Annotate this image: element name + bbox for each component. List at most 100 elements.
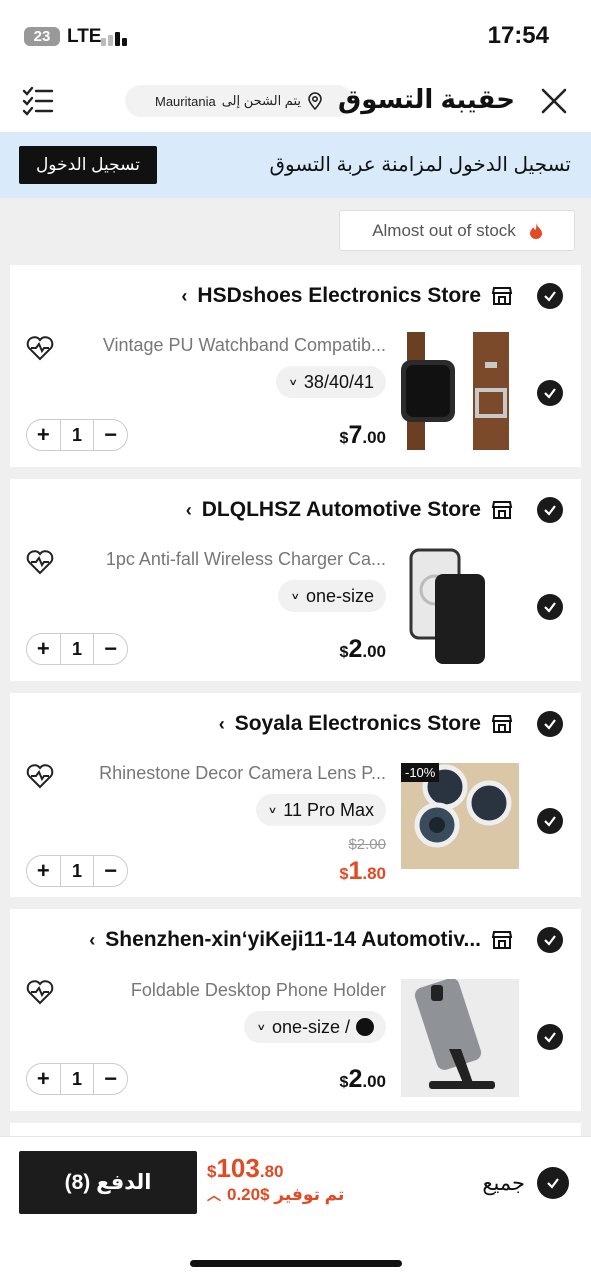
store-icon [491, 501, 513, 519]
item-title[interactable]: Foldable Desktop Phone Holder [66, 980, 386, 1001]
savings-label: تم توفير $0.20 [227, 1185, 345, 1204]
store-card: ‹ DLQLHSZ Automotive Store 1pc Anti-fall… [10, 479, 581, 681]
login-button[interactable]: تسجيل الدخول [19, 146, 157, 184]
item-price: $1.80 [339, 857, 386, 885]
quantity-value: 1 [59, 1063, 95, 1095]
login-banner-text: تسجيل الدخول لمزامنة عربة التسوق [269, 154, 571, 176]
chevron-down-icon: ∨ [288, 376, 298, 387]
store-name: HSDshoes Electronics Store [197, 284, 481, 307]
variant-label: one-size [305, 585, 374, 606]
item-title[interactable]: Vintage PU Watchband Compatib... [66, 335, 386, 356]
chevron-down-icon: ∨ [290, 590, 300, 601]
increase-button[interactable]: + [27, 636, 60, 662]
item-select-checkbox[interactable] [537, 808, 563, 834]
item-select-checkbox[interactable] [537, 1024, 563, 1050]
increase-button[interactable]: + [27, 858, 60, 884]
header: Mauritania يتم الشحن إلى حقيبة التسوق [0, 70, 591, 132]
savings-toggle[interactable]: ︿ تم توفير $0.20 [207, 1185, 344, 1205]
increase-button[interactable]: + [27, 422, 60, 448]
store-name: Soyala Electronics Store [234, 712, 481, 735]
color-swatch-black [356, 1018, 374, 1036]
wishlist-heart-icon[interactable] [26, 335, 54, 361]
decrease-button[interactable]: − [94, 422, 127, 448]
almost-out-of-stock-filter[interactable]: Almost out of stock [339, 210, 575, 251]
login-banner: تسجيل الدخول تسجيل الدخول لمزامنة عربة ا… [0, 132, 591, 198]
chevron-left-icon: ‹ [181, 285, 188, 306]
store-header[interactable]: ‹ DLQLHSZ Automotive Store [186, 495, 563, 525]
status-bar: 23 LTE 17:54 [0, 0, 591, 70]
checklist-menu-icon[interactable] [22, 86, 54, 116]
decrease-button[interactable]: − [94, 858, 127, 884]
chevron-down-icon: ∨ [256, 1021, 266, 1032]
increase-button[interactable]: + [27, 1066, 60, 1092]
shipping-destination-pill[interactable]: Mauritania يتم الشحن إلى [125, 85, 353, 117]
quantity-value: 1 [59, 855, 95, 887]
chevron-left-icon: ‹ [218, 713, 225, 734]
quantity-value: 1 [59, 633, 95, 665]
chevron-down-icon: ∨ [267, 804, 278, 815]
quantity-stepper[interactable]: + 1 − [26, 419, 128, 451]
variant-selector[interactable]: ∨ one-size / [244, 1011, 386, 1043]
item-title[interactable]: 1pc Anti-fall Wireless Charger Ca... [66, 549, 386, 570]
discount-badge: -10% [401, 763, 440, 782]
item-title[interactable]: Rhinestone Decor Camera Lens P... [66, 763, 386, 784]
chevron-up-icon: ︿ [207, 1187, 221, 1203]
battery-icon: 23 [24, 27, 60, 46]
store-icon [491, 931, 513, 949]
wishlist-heart-icon[interactable] [26, 979, 54, 1005]
flame-icon [529, 222, 542, 239]
checkout-button[interactable]: الدفع (8) [19, 1151, 197, 1214]
home-indicator [190, 1260, 402, 1267]
chevron-left-icon: ‹ [185, 499, 192, 520]
variant-label: 38/40/41 [303, 371, 374, 392]
chevron-left-icon: ‹ [89, 929, 96, 950]
store-select-checkbox[interactable] [537, 711, 563, 737]
store-card: ‹ Shenzhen-xin‘yiKeji11-14 Automotiv... … [10, 909, 581, 1111]
clock: 17:54 [487, 22, 549, 49]
ship-prefix: يتم الشحن إلى [221, 93, 301, 108]
quantity-stepper[interactable]: + 1 − [26, 1063, 128, 1095]
store-select-checkbox[interactable] [537, 927, 563, 953]
quantity-stepper[interactable]: + 1 − [26, 633, 128, 665]
select-all-checkbox[interactable] [537, 1167, 569, 1199]
store-select-checkbox[interactable] [537, 283, 563, 309]
wishlist-heart-icon[interactable] [26, 549, 54, 575]
original-price: $2.00 [348, 836, 386, 853]
ship-country: Mauritania [155, 93, 216, 109]
item-price: $2.00 [339, 635, 386, 663]
store-card: ‹ Soyala Electronics Store Rhinestone De… [10, 693, 581, 897]
page-title: حقيبة التسوق [338, 84, 515, 114]
store-icon [491, 715, 513, 733]
location-pin-icon [308, 92, 322, 110]
variant-selector[interactable]: ∨ 11 Pro Max [255, 794, 386, 826]
item-select-checkbox[interactable] [537, 594, 563, 620]
quantity-stepper[interactable]: + 1 − [26, 855, 128, 887]
store-card-partial [10, 1123, 581, 1137]
decrease-button[interactable]: − [94, 1066, 127, 1092]
variant-label: 11 Pro Max [283, 799, 374, 820]
quantity-value: 1 [59, 419, 95, 451]
decrease-button[interactable]: − [94, 636, 127, 662]
signal-icon [101, 28, 131, 46]
close-icon[interactable] [541, 88, 567, 114]
variant-selector[interactable]: ∨ 38/40/41 [276, 366, 386, 398]
product-image-watchband[interactable] [401, 332, 519, 450]
product-image-phone-holder[interactable] [401, 979, 519, 1097]
stock-notice-label: Almost out of stock [372, 220, 516, 240]
item-select-checkbox[interactable] [537, 380, 563, 406]
checkout-bar: الدفع (8) $103.80 ︿ تم توفير $0.20 جميع [0, 1136, 591, 1280]
store-name: DLQLHSZ Automotive Store [201, 498, 481, 521]
store-header[interactable]: ‹ Soyala Electronics Store [219, 709, 563, 739]
store-header[interactable]: ‹ Shenzhen-xin‘yiKeji11-14 Automotiv... [89, 925, 563, 955]
product-image-camera-lens[interactable]: -10% [401, 763, 519, 881]
wishlist-heart-icon[interactable] [26, 763, 54, 789]
product-image-wireless-charger[interactable] [401, 546, 519, 664]
store-icon [491, 287, 513, 305]
store-card: ‹ HSDshoes Electronics Store Vintage PU … [10, 265, 581, 467]
store-select-checkbox[interactable] [537, 497, 563, 523]
variant-selector[interactable]: ∨ one-size [278, 580, 386, 612]
item-price: $7.00 [339, 421, 386, 449]
select-all-label: جميع [482, 1172, 525, 1195]
total-price: $103.80 [207, 1153, 284, 1183]
store-header[interactable]: ‹ HSDshoes Electronics Store [181, 281, 563, 311]
